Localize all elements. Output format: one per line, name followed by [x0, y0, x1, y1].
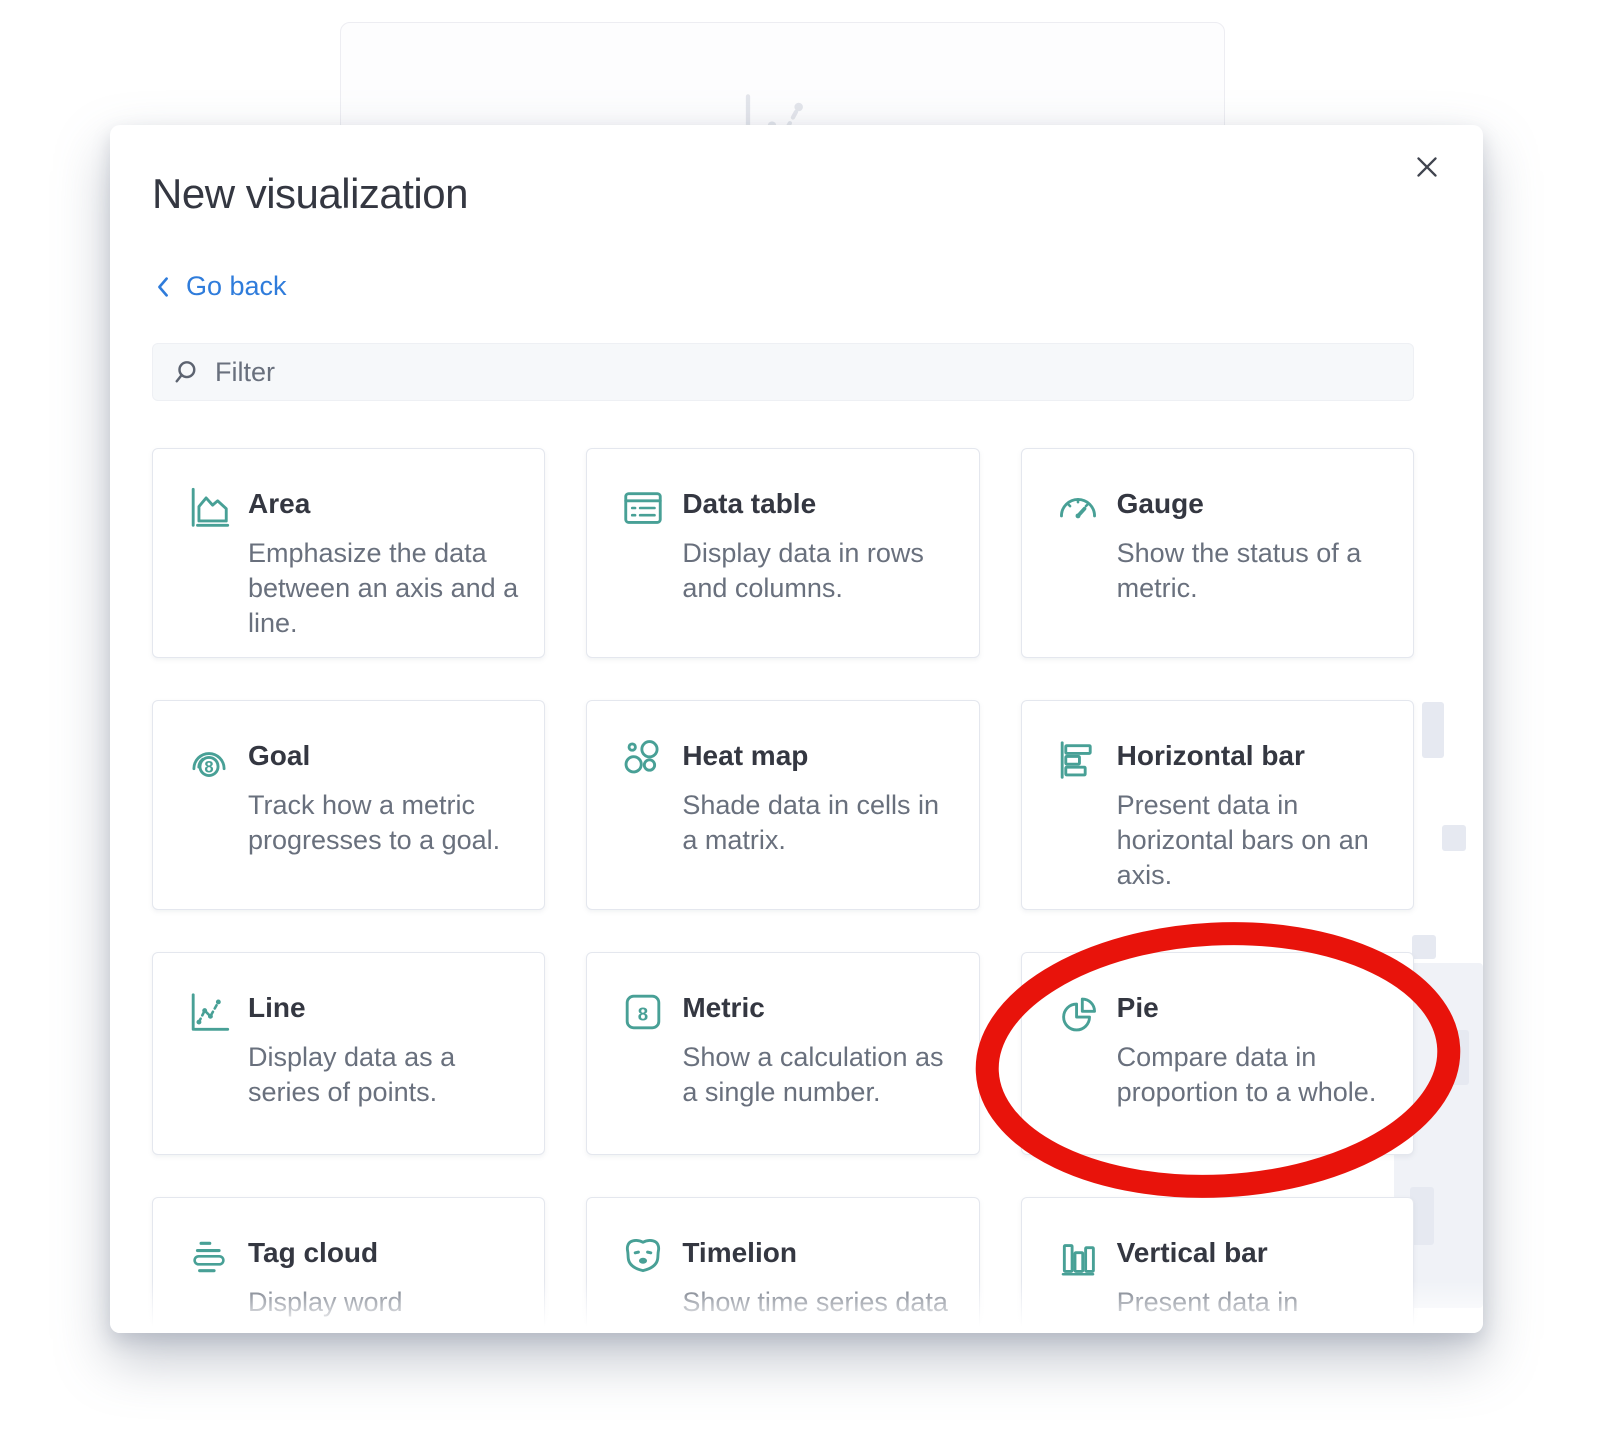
close-icon [1411, 151, 1443, 183]
viz-card-description: Track how a metric progresses to a goal. [248, 788, 518, 858]
search-icon [173, 359, 199, 385]
viz-card-description: Show time series data on a graph. [682, 1285, 952, 1333]
svg-text:8: 8 [204, 757, 213, 776]
viz-card-description: Display data in rows and columns. [682, 536, 952, 606]
viz-card-title: Tag cloud [248, 1237, 518, 1269]
viz-card-description: Present data in vertical bars on an axis… [1117, 1285, 1387, 1333]
viz-card-data-table[interactable]: Data table Display data in rows and colu… [586, 448, 979, 658]
viz-card-goal[interactable]: 8 Goal Track how a metric progresses to … [152, 700, 545, 910]
viz-card-gauge[interactable]: Gauge Show the status of a metric. [1021, 448, 1414, 658]
viz-card-description: Compare data in proportion to a whole. [1117, 1040, 1387, 1110]
new-visualization-modal: New visualization Go back [110, 125, 1483, 1333]
pie-chart-icon [1055, 989, 1101, 1154]
timelion-icon [620, 1234, 666, 1333]
viz-card-description: Show the status of a metric. [1117, 536, 1387, 606]
close-button[interactable] [1407, 147, 1447, 187]
page: New visualization Go back [0, 0, 1600, 1454]
viz-card-title: Pie [1117, 992, 1387, 1024]
viz-card-description: Emphasize the data between an axis and a… [248, 536, 518, 641]
background-watermark-shape [1442, 825, 1466, 851]
viz-card-line[interactable]: Line Display data as a series of points. [152, 952, 545, 1155]
viz-card-title: Goal [248, 740, 518, 772]
viz-card-description: Display word frequency with font size. [248, 1285, 518, 1333]
tag-cloud-icon [186, 1234, 232, 1333]
svg-text:8: 8 [638, 1003, 648, 1024]
viz-card-title: Gauge [1117, 488, 1387, 520]
area-chart-icon [186, 485, 232, 657]
vertical-bar-icon [1055, 1234, 1101, 1333]
viz-card-timelion[interactable]: Timelion Show time series data on a grap… [586, 1197, 979, 1333]
filter-field-wrap [152, 343, 1414, 401]
viz-card-horizontal-bar[interactable]: Horizontal bar Present data in horizonta… [1021, 700, 1414, 910]
viz-card-description: Show a calculation as a single number. [682, 1040, 952, 1110]
gauge-icon [1055, 485, 1101, 657]
viz-card-description: Display data as a series of points. [248, 1040, 518, 1110]
viz-card-title: Line [248, 992, 518, 1024]
viz-card-title: Horizontal bar [1117, 740, 1387, 772]
line-chart-icon [186, 989, 232, 1154]
viz-card-pie[interactable]: Pie Compare data in proportion to a whol… [1021, 952, 1414, 1155]
data-table-icon [620, 485, 666, 657]
metric-icon: 8 [620, 989, 666, 1154]
viz-card-title: Data table [682, 488, 952, 520]
go-back-link[interactable]: Go back [154, 271, 287, 302]
viz-card-title: Timelion [682, 1237, 952, 1269]
viz-card-title: Vertical bar [1117, 1237, 1387, 1269]
viz-card-description: Shade data in cells in a matrix. [682, 788, 952, 858]
viz-card-title: Area [248, 488, 518, 520]
visualization-grid: Area Emphasize the data between an axis … [152, 448, 1414, 1333]
background-watermark-shape [1412, 935, 1436, 959]
filter-input[interactable] [215, 357, 1393, 388]
viz-card-vertical-bar[interactable]: Vertical bar Present data in vertical ba… [1021, 1197, 1414, 1333]
viz-card-heat-map[interactable]: Heat map Shade data in cells in a matrix… [586, 700, 979, 910]
background-watermark-shape [1445, 1030, 1469, 1085]
viz-card-tag-cloud[interactable]: Tag cloud Display word frequency with fo… [152, 1197, 545, 1333]
viz-card-description: Present data in horizontal bars on an ax… [1117, 788, 1387, 893]
background-watermark-shape [1422, 702, 1444, 758]
viz-card-title: Heat map [682, 740, 952, 772]
page-title: New visualization [152, 169, 468, 219]
viz-card-title: Metric [682, 992, 952, 1024]
viz-card-metric[interactable]: 8 Metric Show a calculation as a single … [586, 952, 979, 1155]
goal-icon: 8 [186, 737, 232, 909]
go-back-label: Go back [186, 271, 287, 302]
heat-map-icon [620, 737, 666, 909]
viz-card-area[interactable]: Area Emphasize the data between an axis … [152, 448, 545, 658]
horizontal-bar-icon [1055, 737, 1101, 909]
chevron-left-icon [154, 275, 172, 299]
